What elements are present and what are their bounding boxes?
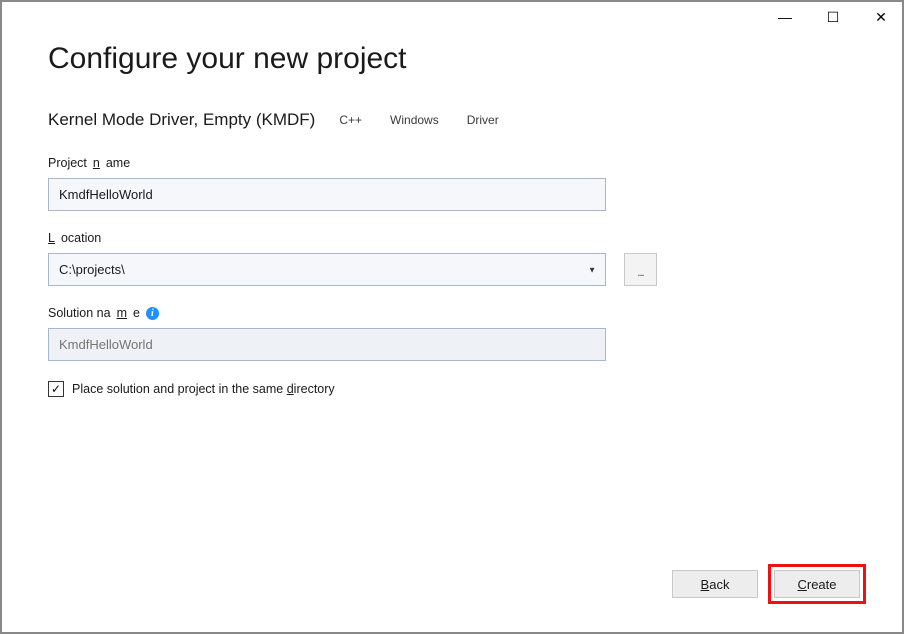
template-name: Kernel Mode Driver, Empty (KMDF) xyxy=(48,110,315,130)
template-tag: C++ xyxy=(335,111,366,129)
project-name-input[interactable] xyxy=(48,178,606,211)
browse-button[interactable]: ... xyxy=(624,253,657,286)
page-title: Configure your new project xyxy=(48,42,856,76)
location-label: Location xyxy=(48,231,856,245)
back-button[interactable]: Back xyxy=(672,570,758,598)
solution-name-input xyxy=(48,328,606,361)
location-input[interactable] xyxy=(48,253,606,286)
same-directory-label: Place solution and project in the same d… xyxy=(72,382,335,396)
close-button[interactable]: ✕ xyxy=(868,4,894,30)
dialog-footer: Back Create xyxy=(672,564,866,604)
maximize-button[interactable]: ☐ xyxy=(820,4,846,30)
titlebar: — ☐ ✕ xyxy=(2,2,902,32)
same-directory-row[interactable]: ✓ Place solution and project in the same… xyxy=(48,381,856,397)
project-name-label: Project name xyxy=(48,156,856,170)
create-button[interactable]: Create xyxy=(774,570,860,598)
template-tag: Driver xyxy=(463,111,503,129)
create-button-highlight: Create xyxy=(768,564,866,604)
info-icon[interactable]: i xyxy=(146,307,159,320)
template-row: Kernel Mode Driver, Empty (KMDF) C++ Win… xyxy=(48,110,856,130)
minimize-button[interactable]: — xyxy=(772,4,798,30)
dialog-content: Configure your new project Kernel Mode D… xyxy=(2,32,902,417)
same-directory-checkbox[interactable]: ✓ xyxy=(48,381,64,397)
solution-name-label: Solution name i xyxy=(48,306,856,320)
template-tag: Windows xyxy=(386,111,443,129)
